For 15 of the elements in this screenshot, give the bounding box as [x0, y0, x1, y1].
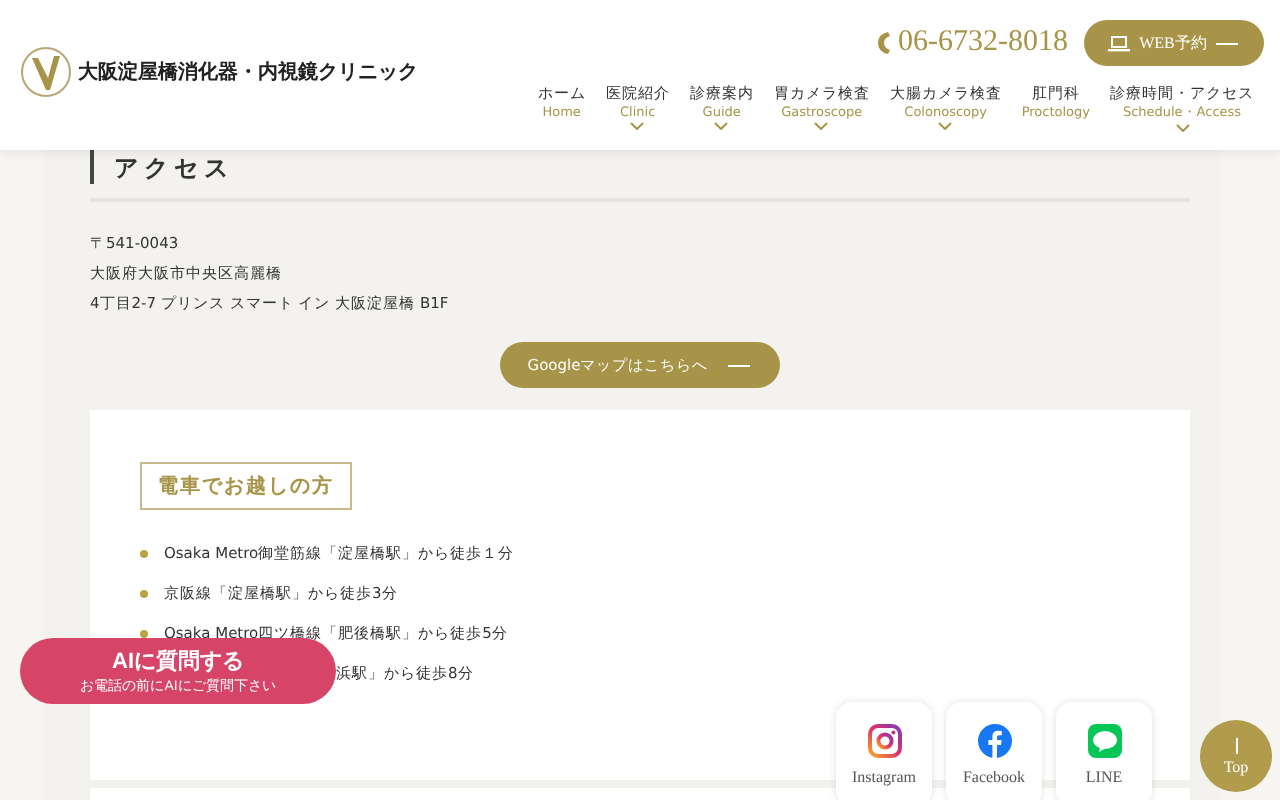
- bullet-icon: [140, 630, 148, 638]
- social-link[interactable]: LINE: [1056, 702, 1152, 800]
- facebook-icon: [977, 724, 1011, 758]
- clinic-name: 大阪淀屋橋消化器・内視鏡クリニック: [78, 59, 418, 86]
- section-heading: アクセス: [90, 150, 234, 184]
- bullet-icon: [140, 590, 148, 598]
- phone-icon: [876, 30, 894, 56]
- social-link[interactable]: Instagram: [836, 702, 932, 800]
- card-heading: 電車でお越しの方: [140, 462, 352, 510]
- laptop-icon: [1107, 35, 1130, 51]
- instagram-icon: [867, 724, 901, 758]
- social-link[interactable]: Facebook: [946, 702, 1042, 800]
- chat-bubble-icon: [1087, 724, 1121, 758]
- logo-icon[interactable]: [20, 46, 72, 98]
- bullet-icon: [140, 550, 148, 558]
